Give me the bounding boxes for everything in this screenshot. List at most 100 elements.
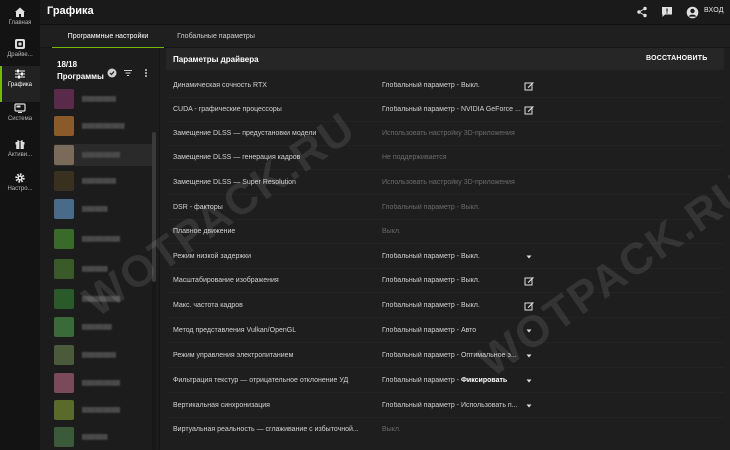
- setting-name: Метод представления Vulkan/OpenGL: [173, 327, 297, 334]
- setting-name: CUDA - графические процессоры: [173, 106, 282, 113]
- setting-value: Глобальный параметр - Выкл.: [382, 82, 480, 89]
- setting-row: Замещение DLSS — предустановки модели Ис…: [166, 122, 724, 146]
- setting-value: Глобальный параметр - Фиксировать: [382, 377, 507, 384]
- nav-item-graphics[interactable]: Графика: [0, 66, 40, 102]
- gear-icon: [15, 173, 25, 183]
- avatar-icon[interactable]: [686, 6, 699, 19]
- program-icon: [54, 400, 74, 420]
- setting-value: Выкл.: [382, 228, 401, 235]
- page-title: Графика: [47, 5, 94, 17]
- setting-value: Глобальный параметр - Выкл.: [382, 277, 480, 284]
- tab-bar: Программные настройки Глобальные парамет…: [40, 25, 730, 49]
- setting-name: Режим низкой задержки: [173, 253, 252, 260]
- chevron-down-icon[interactable]: [524, 351, 534, 361]
- setting-value: Выкл.: [382, 426, 401, 433]
- setting-row[interactable]: Вертикальная синхронизация Глобальный па…: [166, 394, 724, 418]
- filter-icon[interactable]: [123, 68, 133, 78]
- edit-icon[interactable]: [524, 276, 534, 286]
- section-header: Параметры драйвера ВОССТАНОВИТЬ: [166, 48, 724, 70]
- edit-icon[interactable]: [524, 301, 534, 311]
- setting-name: Фильтрация текстур — отрицательное откло…: [173, 377, 349, 384]
- scrollbar-thumb[interactable]: [152, 132, 156, 282]
- setting-value: Глобальный параметр - Выкл.: [382, 302, 480, 309]
- program-item[interactable]: ██████: [54, 198, 152, 220]
- program-icon: [54, 171, 74, 191]
- setting-row[interactable]: Режим управления электропитанием Глобаль…: [166, 344, 724, 368]
- chevron-down-icon[interactable]: [524, 252, 534, 262]
- tab-global-settings[interactable]: Глобальные параметры: [166, 25, 266, 48]
- setting-row[interactable]: Макс. частота кадров Глобальный параметр…: [166, 294, 724, 318]
- edit-icon[interactable]: [524, 105, 534, 115]
- setting-row[interactable]: Динамическая сочность RTX Глобальный пар…: [166, 74, 724, 98]
- gift-icon: [15, 140, 25, 149]
- program-item[interactable]: █████████: [54, 144, 152, 166]
- program-item[interactable]: ████████: [54, 170, 152, 192]
- tab-program-settings[interactable]: Программные настройки: [52, 25, 164, 49]
- nav-label: Главная: [8, 20, 32, 26]
- program-item[interactable]: ████████: [54, 88, 152, 110]
- setting-value-emphasis: Фиксировать: [460, 377, 508, 384]
- nav-label: Активи...: [7, 152, 33, 158]
- program-item[interactable]: █████████: [54, 399, 152, 421]
- program-icon: [54, 317, 74, 337]
- nav-item-settings[interactable]: Настро...: [0, 170, 40, 206]
- setting-row[interactable]: Фильтрация текстур — отрицательное откло…: [166, 369, 724, 393]
- edit-icon[interactable]: [524, 81, 534, 91]
- setting-row: Плавное движение Выкл.: [166, 220, 724, 244]
- driver-icon: [15, 39, 25, 49]
- chevron-down-icon[interactable]: [524, 326, 534, 336]
- setting-name: DSR - факторы: [173, 204, 223, 211]
- share-icon[interactable]: [636, 6, 648, 18]
- nav-item-system[interactable]: Система: [0, 100, 40, 136]
- program-item[interactable]: ████████: [54, 344, 152, 366]
- program-item[interactable]: █████████: [54, 372, 152, 394]
- feedback-icon[interactable]: [661, 6, 673, 18]
- setting-name: Макс. частота кадров: [173, 302, 243, 309]
- setting-value-prefix: Глобальный параметр -: [382, 377, 461, 384]
- setting-row[interactable]: Метод представления Vulkan/OpenGL Глобал…: [166, 319, 724, 343]
- nav-label: Драйве...: [7, 52, 33, 58]
- program-icon: [54, 145, 74, 165]
- program-item[interactable]: █████████: [54, 288, 152, 310]
- program-item[interactable]: ██████████: [54, 115, 152, 137]
- setting-row[interactable]: Масштабирование изображения Глобальный п…: [166, 269, 724, 293]
- program-icon: [54, 199, 74, 219]
- program-item[interactable]: ██████: [54, 258, 152, 280]
- nav-label: Графика: [8, 82, 32, 88]
- program-icon: [54, 289, 74, 309]
- chevron-down-icon[interactable]: [524, 401, 534, 411]
- setting-name: Замещение DLSS — предустановки модели: [173, 130, 317, 137]
- setting-value: Глобальный параметр - Оптимальное э...: [382, 352, 517, 359]
- nav-item-home[interactable]: Главная: [0, 4, 40, 40]
- program-count: 18/18: [57, 60, 78, 69]
- program-item[interactable]: ██████: [54, 426, 152, 448]
- setting-name: Вертикальная синхронизация: [173, 402, 270, 409]
- nav-rail: Главная Драйве... Графика Система Активи…: [0, 0, 40, 450]
- chevron-down-icon[interactable]: [524, 376, 534, 386]
- setting-name: Динамическая сочность RTX: [173, 82, 267, 89]
- program-icon: [54, 259, 74, 279]
- program-list-panel: 18/18 Программы ████████ ██████████ ████…: [40, 48, 160, 450]
- setting-value: Глобальный параметр - Выкл.: [382, 253, 480, 260]
- check-circle-icon[interactable]: [107, 68, 117, 78]
- program-icon: [54, 89, 74, 109]
- more-options-icon[interactable]: [141, 68, 151, 78]
- setting-name: Виртуальная реальность — сглаживание с и…: [173, 426, 359, 433]
- nav-label: Настро...: [7, 186, 33, 192]
- setting-row[interactable]: Режим низкой задержки Глобальный парамет…: [166, 245, 724, 269]
- setting-value: Использовать настройку 3D-приложения: [382, 130, 515, 137]
- setting-value: Использовать настройку 3D-приложения: [382, 179, 515, 186]
- program-icon: [54, 373, 74, 393]
- top-bar: Графика ВХОД: [40, 0, 730, 25]
- setting-row[interactable]: CUDA - графические процессоры Глобальный…: [166, 98, 724, 122]
- login-button[interactable]: ВХОД: [704, 7, 724, 14]
- program-icon: [54, 345, 74, 365]
- restore-button[interactable]: ВОССТАНОВИТЬ: [646, 55, 707, 62]
- setting-name: Масштабирование изображения: [173, 277, 279, 284]
- setting-value: Глобальный параметр - Использовать п...: [382, 402, 518, 409]
- program-item[interactable]: ███████: [54, 316, 152, 338]
- program-item[interactable]: █████████: [54, 228, 152, 250]
- program-icon: [54, 229, 74, 249]
- setting-name: Режим управления электропитанием: [173, 352, 294, 359]
- nav-item-rewards[interactable]: Активи...: [0, 136, 40, 172]
